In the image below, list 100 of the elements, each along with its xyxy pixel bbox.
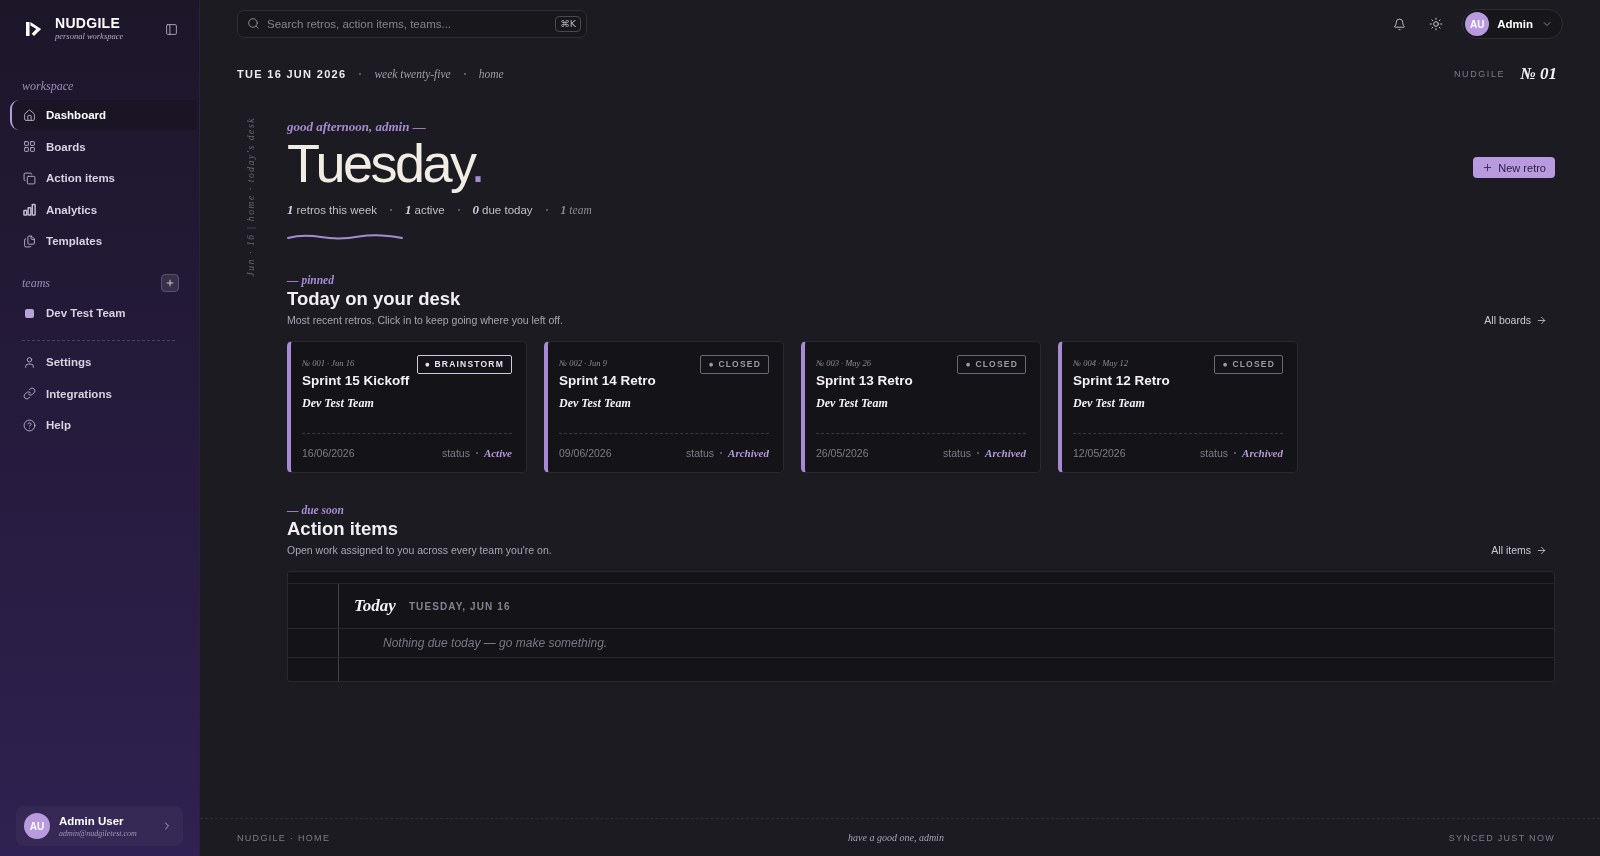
retro-title: Sprint 14 Retro (559, 372, 656, 390)
retro-number: № 001 · Jun 16 (302, 357, 355, 369)
section-title: Today on your desk (287, 287, 461, 311)
status-value: Archived (728, 447, 769, 459)
week-text: week twenty-five (374, 68, 451, 80)
footer-left-text: NUDGILE · HOME (237, 832, 331, 843)
sun-icon (1429, 17, 1444, 31)
stat-count: 1 (405, 202, 412, 218)
retro-title: Sprint 12 Retro (1073, 372, 1170, 390)
logo-icon (25, 21, 43, 37)
day-label: Today (354, 596, 396, 616)
retro-card[interactable]: № 004 · May 12 Sprint 12 Retro ● CLOSED Dev Test Team 12/05/2026 status Archived (1058, 341, 1298, 473)
home-icon (23, 108, 36, 122)
copy-icon (23, 171, 36, 185)
issue-number: № 01 (1520, 64, 1557, 84)
user-email: admin@nudgiletest.com (59, 827, 137, 839)
retro-card[interactable]: № 001 · Jun 16 Sprint 15 Kickoff ● BRAINSTORM Dev Test Team 16/06/2026 status Active (287, 341, 527, 473)
status-label: status (943, 447, 972, 459)
section-eyebrow: — due soon (287, 503, 344, 517)
link-icon (23, 387, 36, 400)
brand-name: NUDGILE (55, 16, 121, 31)
status-label: status (1200, 447, 1229, 459)
stat-label: retros this week (296, 204, 378, 216)
shortcut-key: ⌘K (555, 16, 581, 32)
nav-item[interactable]: Boards (10, 131, 197, 162)
retro-date: 09/06/2026 (559, 447, 612, 459)
stat-label: due today (482, 204, 533, 216)
person-icon (23, 355, 36, 369)
nav-item[interactable]: Dashboard (10, 100, 197, 130)
day-title: Tuesday. (287, 135, 484, 191)
nav-item[interactable]: Help (10, 410, 197, 440)
team-name: Dev Test Team (816, 395, 888, 411)
sync-status: SYNCED JUST NOW (1448, 832, 1555, 843)
nav-item[interactable]: Integrations (10, 378, 197, 409)
retro-date: 16/06/2026 (302, 447, 355, 459)
status-value: Archived (985, 447, 1026, 459)
status-value: Active (483, 447, 512, 459)
retro-title: Sprint 13 Retro (816, 372, 913, 390)
bar-chart-icon (23, 203, 36, 216)
arrow-right-icon (1536, 544, 1547, 556)
footer-message: have a good one, admin (848, 832, 944, 843)
bell-icon (1392, 17, 1406, 31)
stat-label: team (569, 204, 592, 216)
empty-message: Nothing due today — go make something. (383, 636, 608, 650)
section-eyebrow: — pinned (287, 273, 334, 287)
nav-item[interactable]: Analytics (10, 194, 197, 225)
team-name: Dev Test Team (302, 395, 374, 411)
team-name: Dev Test Team (559, 395, 631, 411)
margin-note: Jun · 16 | home · today's desk (246, 117, 256, 277)
section-label: teams (22, 275, 50, 291)
phase-tag: ● CLOSED (1214, 355, 1283, 374)
phase-tag: ● CLOSED (700, 355, 769, 374)
greeting: good afternoon, admin — (287, 119, 426, 135)
nav-item[interactable]: Dev Test Team (10, 298, 197, 328)
stat-count: 0 (472, 202, 480, 218)
all-items-link[interactable]: All items (1491, 544, 1547, 556)
plus-icon (1482, 162, 1494, 173)
retro-date: 26/05/2026 (816, 447, 869, 459)
team-name: Dev Test Team (1073, 395, 1145, 411)
user-avatar: AU (1465, 12, 1490, 36)
search-icon (247, 17, 260, 30)
user-menu-button[interactable]: AU Admin (1462, 9, 1563, 39)
retro-title: Sprint 15 Kickoff (302, 372, 410, 390)
plus-icon (165, 278, 175, 288)
sidebar-panel-icon (164, 22, 178, 36)
grid-icon (23, 140, 36, 153)
retro-card[interactable]: № 002 · Jun 9 Sprint 14 Retro ● CLOSED Dev Test Team 09/06/2026 status Archived (544, 341, 784, 473)
status-value: Archived (1242, 447, 1283, 459)
retro-number: № 004 · May 12 (1073, 357, 1128, 369)
nav-item[interactable]: Settings (10, 347, 197, 377)
brand-label: NUDGILE (1453, 69, 1506, 79)
day-date: TUESDAY, JUN 16 (408, 600, 511, 612)
stat-count: 1 (560, 204, 567, 216)
nav-item[interactable]: Templates (10, 226, 197, 256)
section-label: workspace (22, 78, 74, 94)
date-text: TUE 16 JUN 2026 (237, 68, 347, 80)
user-card[interactable]: AU Admin User admin@nudgiletest.com (16, 806, 183, 846)
section-title: Action items (287, 517, 399, 541)
new-retro-button[interactable]: New retro (1473, 157, 1555, 178)
arrow-right-icon (1536, 314, 1547, 326)
help-icon (23, 418, 36, 432)
section-subtitle: Open work assigned to you across every team you're on. (287, 543, 552, 557)
status-label: status (686, 447, 715, 459)
user-name: Admin User (59, 813, 124, 828)
all-boards-link[interactable]: All boards (1484, 314, 1547, 326)
stat-count: 1 (287, 202, 294, 218)
nav-item[interactable]: Action items (10, 163, 197, 193)
place-text: home (478, 68, 504, 80)
retro-number: № 002 · Jun 9 (559, 357, 607, 369)
add-team-button[interactable] (161, 274, 179, 292)
files-icon (23, 234, 36, 248)
retro-number: № 003 · May 26 (816, 357, 871, 369)
retro-card[interactable]: № 003 · May 26 Sprint 13 Retro ● CLOSED Dev Test Team 26/05/2026 status Archived (801, 341, 1041, 473)
status-label: status (441, 447, 470, 459)
user-avatar: AU (24, 813, 50, 839)
brand-subtitle: personal workspace (55, 31, 124, 42)
stat-label: active (414, 204, 445, 216)
section-subtitle: Most recent retros. Click in to keep going where you left off. (287, 313, 563, 327)
phase-tag: ● BRAINSTORM (416, 355, 512, 374)
retro-date: 12/05/2026 (1073, 447, 1126, 459)
